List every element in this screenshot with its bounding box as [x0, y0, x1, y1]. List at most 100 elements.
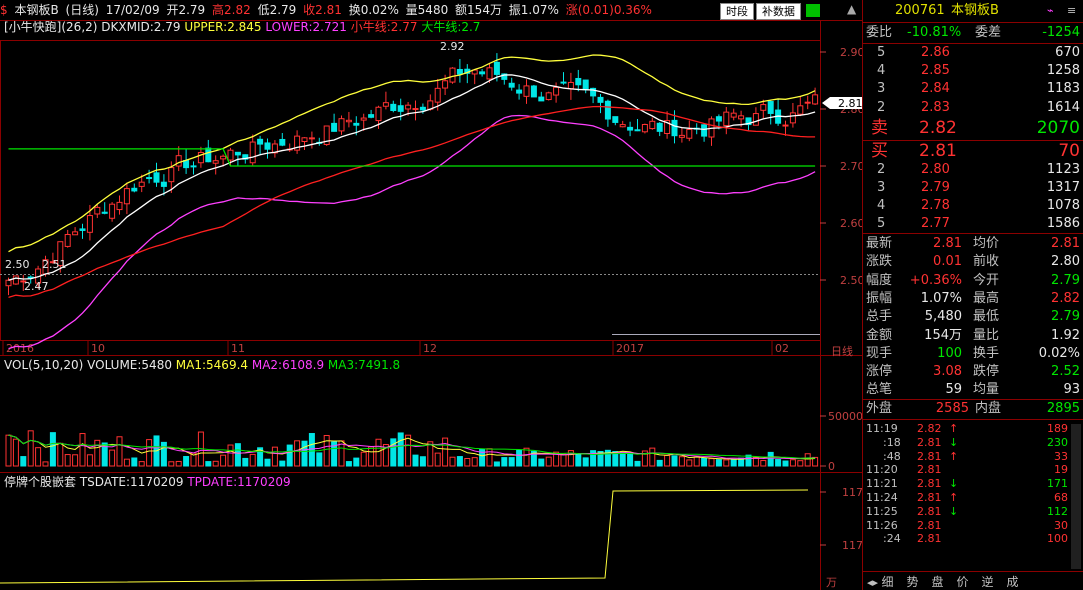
- candle-body: [767, 101, 774, 114]
- candle-body: [545, 92, 552, 101]
- bid-row[interactable]: 2 2.80 1123: [863, 161, 1083, 179]
- stat-label: 涨跌: [866, 254, 893, 270]
- volume-bar: [94, 439, 101, 467]
- stat-label: 总手: [866, 309, 893, 325]
- quote-panel: 200761 本钢板B ⌁ ≡ 委比 -10.81% 委差 -1254 卖 2.…: [862, 0, 1083, 590]
- candle-body: [308, 137, 315, 140]
- candle-body: [567, 81, 574, 90]
- candle-body: [456, 69, 463, 75]
- ma3-value: MA3:7491.8: [327, 358, 401, 372]
- candle-body: [331, 122, 338, 132]
- tab-0[interactable]: 细: [882, 573, 907, 590]
- volume-bar: [212, 460, 219, 467]
- price-axis-label: 2.70: [840, 160, 862, 173]
- volume-bar: [797, 460, 804, 467]
- stat-value: +0.36%: [909, 272, 962, 288]
- bid-row[interactable]: 5 2.77 1586: [863, 215, 1083, 233]
- indicator-name[interactable]: 停牌个股嵌套: [4, 475, 76, 489]
- tab-3[interactable]: 价: [957, 573, 982, 590]
- candle-body: [234, 151, 241, 156]
- volume-bar: [730, 459, 737, 467]
- tab-1[interactable]: 势: [907, 573, 932, 590]
- candle-body: [604, 100, 611, 120]
- volume-bar: [760, 460, 767, 467]
- buy1-volume: 70: [1058, 141, 1080, 161]
- bid-row[interactable]: 4 2.78 1078: [863, 197, 1083, 215]
- kline-chart-area[interactable]: $ 本钢板B (日线) 17/02/09 开2.79 高2.82 低2.79 收…: [0, 0, 862, 590]
- volume-bar: [345, 461, 352, 467]
- bid-level: 3: [877, 180, 886, 195]
- volume-bar: [745, 454, 752, 467]
- stat-label: 换手: [973, 345, 1000, 361]
- candle-body: [160, 181, 167, 187]
- candle-body: [123, 188, 130, 205]
- chart-canvas[interactable]: 2.902.802.702.602.502.812016 10 11 12 2017 02…: [0, 0, 862, 590]
- stat-value: 1.92: [1051, 327, 1080, 343]
- candle-body: [641, 124, 648, 133]
- candle-body: [338, 118, 345, 132]
- chart-type-icon[interactable]: ⌁: [1047, 2, 1054, 20]
- inner-label: 内盘: [975, 401, 1002, 416]
- ask-row[interactable]: 5 2.86 670: [863, 44, 1083, 62]
- buy-label: 买: [871, 141, 888, 161]
- volume-bar: [294, 440, 301, 467]
- volume-bar: [42, 461, 49, 467]
- ask-price: 2.86: [921, 45, 950, 60]
- stat-label: 前收: [973, 254, 1000, 270]
- volume-bar: [360, 451, 367, 467]
- candle-body: [382, 102, 389, 107]
- stat-row[interactable]: 涨停 3.08 跌停 2.52: [863, 363, 1083, 381]
- volume-bar: [205, 461, 212, 467]
- volume-bar: [715, 459, 722, 467]
- ask-row[interactable]: 3 2.84 1183: [863, 80, 1083, 98]
- stat-row[interactable]: 总手 5,480 最低 2.79: [863, 308, 1083, 326]
- tab-4[interactable]: 逆: [982, 573, 1007, 590]
- bid-level: 2: [877, 162, 886, 177]
- tab-scroll-icon[interactable]: ◂▸: [867, 576, 882, 589]
- volume-bar: [619, 451, 626, 467]
- buy1-row[interactable]: 买 2.81 70: [863, 140, 1083, 162]
- candle-body: [279, 138, 286, 146]
- bid-row[interactable]: 3 2.79 1317: [863, 179, 1083, 197]
- candle-body: [345, 119, 352, 123]
- candle-body: [116, 201, 123, 211]
- stat-row[interactable]: 幅度 +0.36% 今开 2.79: [863, 272, 1083, 290]
- stat-label: 最高: [973, 290, 1000, 306]
- volume-bar: [693, 456, 700, 467]
- volume-bar: [353, 457, 360, 467]
- candle-body: [131, 187, 138, 192]
- volume-bar: [316, 452, 323, 467]
- tab-5[interactable]: 成: [1007, 573, 1032, 590]
- stat-row[interactable]: 振幅 1.07% 最高 2.82: [863, 290, 1083, 308]
- stat-value: 2.79: [1051, 309, 1080, 325]
- stat-value: 0.02%: [1038, 345, 1080, 361]
- tab-2[interactable]: 盘: [932, 573, 957, 590]
- volume-bar: [582, 457, 589, 467]
- volume-bar: [456, 456, 463, 467]
- candle-body: [353, 122, 360, 126]
- volume-bar: [723, 459, 730, 467]
- stat-row[interactable]: 最新 2.81 均价 2.81: [863, 235, 1083, 253]
- time-axis-label: 12: [423, 342, 437, 355]
- weibi-value: -10.81%: [907, 25, 962, 40]
- volume-bar: [286, 444, 293, 467]
- candle-body: [375, 106, 382, 122]
- volume-bar: [405, 434, 412, 467]
- volume-bar: [701, 457, 708, 467]
- stat-value: 3.08: [933, 364, 962, 380]
- weibi-label: 委比: [866, 25, 893, 40]
- ask-row[interactable]: 2 2.83 1614: [863, 99, 1083, 117]
- stat-label: 最低: [973, 309, 1000, 325]
- ask-row[interactable]: 4 2.85 1258: [863, 62, 1083, 80]
- stat-row[interactable]: 涨跌 0.01 前收 2.80: [863, 253, 1083, 271]
- volume-bar: [671, 455, 678, 467]
- sell1-row[interactable]: 卖 2.82 2070: [863, 117, 1083, 139]
- volume-bar: [175, 460, 182, 467]
- stat-row[interactable]: 现手 100 换手 0.02%: [863, 345, 1083, 363]
- menu-icon[interactable]: ≡: [1067, 2, 1076, 20]
- stat-row[interactable]: 总笔 59 均量 93: [863, 381, 1083, 399]
- stat-row[interactable]: 金额 154万 量比 1.92: [863, 327, 1083, 345]
- volume-indicator-name[interactable]: VOL(5,10,20): [4, 358, 83, 372]
- candle-body: [212, 160, 219, 164]
- lower-band-line: [8, 114, 816, 350]
